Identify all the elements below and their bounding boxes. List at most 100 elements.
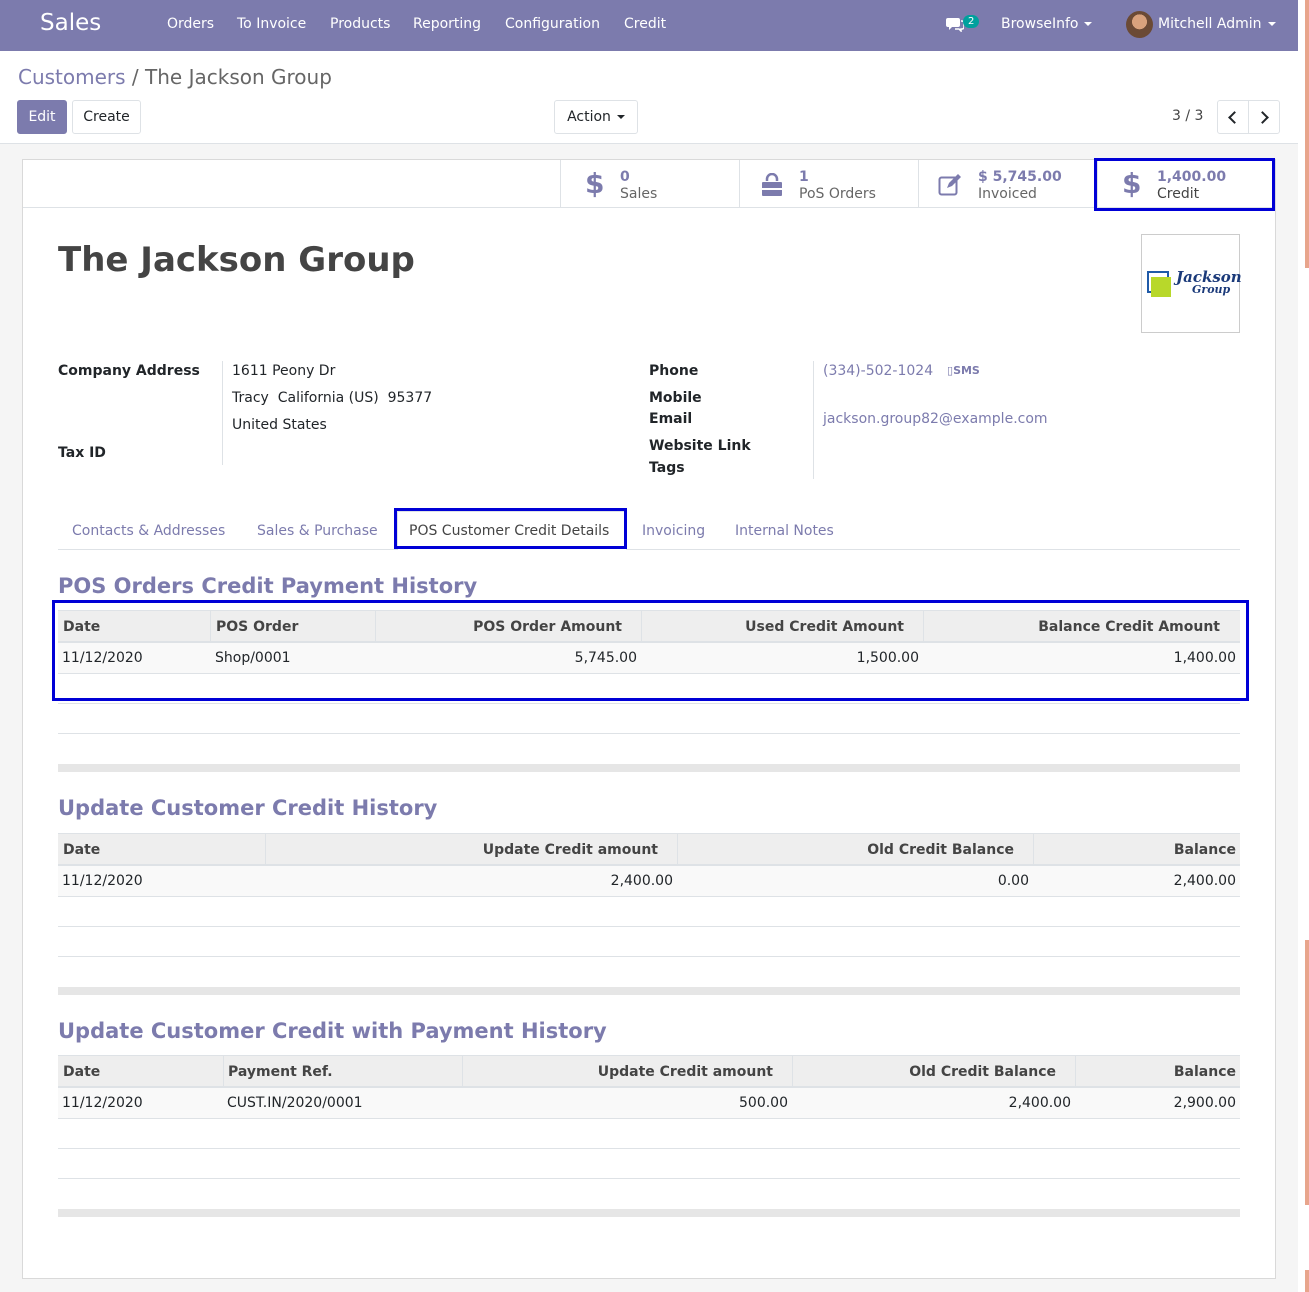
country-field[interactable]: United States: [232, 417, 327, 433]
company-name: BrowseInfo: [1001, 16, 1079, 32]
column-header-old-credit-balance[interactable]: Old Credit Balance: [867, 842, 1014, 858]
avatar[interactable]: [1126, 11, 1153, 38]
partner-logo[interactable]: Jackson Group: [1141, 234, 1242, 333]
chevron-right-icon: [1256, 110, 1269, 124]
tab-sales-purchase[interactable]: Sales & Purchase: [257, 523, 378, 539]
app-name[interactable]: Sales: [40, 10, 101, 36]
logo-square-fill: [1151, 277, 1171, 297]
menu-to-invoice[interactable]: To Invoice: [237, 16, 306, 32]
menu-orders[interactable]: Orders: [167, 16, 214, 32]
chat-icon[interactable]: [946, 16, 965, 36]
update-history-title: Update Customer Credit History: [58, 796, 438, 820]
notebook-tab-border: [58, 549, 1240, 550]
breadcrumb-current: The Jackson Group: [145, 65, 332, 89]
field-separator: [222, 361, 223, 465]
table-header: Date Payment Ref. Update Credit amount O…: [58, 1055, 1240, 1088]
breadcrumb-customers[interactable]: Customers: [18, 65, 126, 89]
column-header-update-credit-amount[interactable]: Update Credit amount: [483, 842, 658, 858]
chevron-left-icon: [1228, 110, 1241, 124]
action-dropdown[interactable]: Action: [554, 100, 638, 134]
column-header-update-credit-amount[interactable]: Update Credit amount: [598, 1064, 773, 1080]
scroll-thumb-secondary[interactable]: [1305, 940, 1309, 1205]
sms-button[interactable]: ▯SMS: [947, 364, 980, 377]
scroll-thumb-tertiary[interactable]: [1305, 1270, 1309, 1292]
edit-button[interactable]: Edit: [17, 100, 67, 134]
menu-credit[interactable]: Credit: [624, 16, 666, 32]
user-menu[interactable]: Mitchell Admin: [1158, 16, 1276, 32]
column-separator: [223, 1056, 224, 1087]
pager-value: 3 / 3: [1172, 108, 1204, 124]
street-field[interactable]: 1611 Peony Dr: [232, 363, 335, 379]
website-label: Website Link: [649, 438, 751, 454]
chat-count-badge: 2: [963, 15, 980, 28]
company-address-label: Company Address: [58, 363, 200, 379]
logo-subtext: Group: [1192, 283, 1231, 296]
table-footer: [58, 764, 1240, 772]
stat-value: 1: [799, 169, 809, 185]
column-separator: [1033, 834, 1034, 865]
chevron-down-icon: [616, 115, 625, 119]
update-history-table: Date Update Credit amount Old Credit Bal…: [58, 833, 1240, 998]
tab-contacts-addresses[interactable]: Contacts & Addresses: [72, 523, 225, 539]
stat-button-invoiced[interactable]: $ 5,745.00 Invoiced: [918, 160, 1097, 208]
row-divider: [58, 733, 1240, 734]
stat-value: 0: [620, 169, 630, 185]
cell-date: 11/12/2020: [62, 1095, 143, 1111]
company-switcher[interactable]: BrowseInfo: [1001, 16, 1093, 32]
mobile-label: Mobile: [649, 390, 702, 406]
email-link[interactable]: jackson.group82@example.com: [823, 411, 1048, 427]
breadcrumb: Customers / The Jackson Group: [18, 65, 332, 89]
cell-old-credit-balance: 2,400.00: [1008, 1095, 1071, 1111]
column-header-date[interactable]: Date: [63, 842, 100, 858]
cell-old-credit-balance: 0.00: [997, 873, 1029, 889]
pos-history-title: POS Orders Credit Payment History: [58, 574, 478, 598]
column-header-balance[interactable]: Balance: [1174, 1064, 1236, 1080]
column-separator: [792, 1056, 793, 1087]
column-header-date[interactable]: Date: [63, 1064, 100, 1080]
create-button[interactable]: Create: [72, 100, 141, 134]
cell-balance: 2,900.00: [1173, 1095, 1236, 1111]
pager-next-button[interactable]: [1248, 100, 1280, 134]
phone-label: Phone: [649, 363, 699, 379]
active-tab-highlight: [394, 508, 627, 549]
phone-link[interactable]: (334)-502-1024: [823, 363, 933, 379]
breadcrumb-separator: /: [125, 65, 146, 89]
row-divider: [58, 896, 1240, 897]
cell-date: 11/12/2020: [62, 873, 143, 889]
tab-internal-notes[interactable]: Internal Notes: [735, 523, 834, 539]
payment-history-table: Date Payment Ref. Update Credit amount O…: [58, 1055, 1240, 1220]
table-footer: [58, 987, 1240, 995]
row-divider: [58, 926, 1240, 927]
stat-label: PoS Orders: [799, 186, 876, 202]
row-divider: [58, 956, 1240, 957]
tags-label: Tags: [649, 460, 685, 476]
row-divider: [58, 1178, 1240, 1179]
stat-button-sales[interactable]: $ 0 Sales: [560, 160, 739, 208]
tab-invoicing[interactable]: Invoicing: [642, 523, 705, 539]
pos-history-highlight: [52, 600, 1249, 701]
partner-name: The Jackson Group: [58, 240, 415, 280]
top-navbar: Sales Orders To Invoice Products Reporti…: [0, 0, 1298, 51]
column-header-old-credit-balance[interactable]: Old Credit Balance: [909, 1064, 1056, 1080]
row-divider: [58, 1148, 1240, 1149]
menu-products[interactable]: Products: [330, 16, 390, 32]
dollar-icon: $: [585, 167, 605, 200]
row-divider: [58, 1118, 1240, 1119]
menu-configuration[interactable]: Configuration: [505, 16, 600, 32]
column-header-payment-ref[interactable]: Payment Ref.: [228, 1064, 333, 1080]
stat-value: $ 5,745.00: [978, 169, 1062, 185]
pager-previous-button[interactable]: [1217, 100, 1249, 134]
payment-history-title: Update Customer Credit with Payment Hist…: [58, 1019, 607, 1043]
menu-reporting[interactable]: Reporting: [413, 16, 481, 32]
cell-payment-ref: CUST.IN/2020/0001: [227, 1095, 363, 1111]
action-label: Action: [567, 109, 611, 125]
stat-label: Sales: [620, 186, 658, 202]
scroll-thumb[interactable]: [1305, 0, 1309, 268]
column-header-balance[interactable]: Balance: [1174, 842, 1236, 858]
sms-label: SMS: [953, 364, 980, 377]
column-separator: [677, 834, 678, 865]
city-state-zip-field[interactable]: Tracy California (US) 95377: [232, 390, 432, 406]
chevron-down-icon: [1267, 22, 1276, 26]
user-name: Mitchell Admin: [1158, 16, 1262, 32]
stat-button-pos-orders[interactable]: 1 PoS Orders: [739, 160, 918, 208]
